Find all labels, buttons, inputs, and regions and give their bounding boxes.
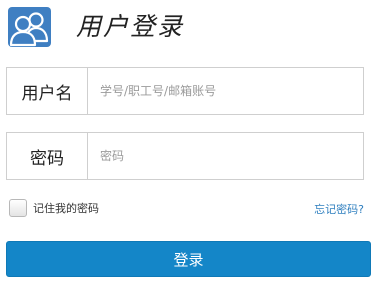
- remember-me[interactable]: 记住我的密码: [9, 199, 99, 217]
- username-field: 用户名: [6, 67, 364, 115]
- remember-checkbox[interactable]: [9, 199, 27, 217]
- password-field: 密码: [6, 132, 364, 180]
- users-icon: [8, 7, 51, 47]
- password-label: 密码: [7, 133, 88, 179]
- username-input[interactable]: [88, 68, 363, 114]
- username-label: 用户名: [7, 68, 88, 114]
- forgot-password-link[interactable]: 忘记密码?: [314, 201, 364, 217]
- login-button[interactable]: 登录: [6, 241, 371, 277]
- page-title: 用户登录: [76, 12, 185, 41]
- login-header: 用户登录: [8, 6, 184, 48]
- password-input[interactable]: [88, 133, 363, 179]
- remember-label: 记住我的密码: [33, 202, 99, 215]
